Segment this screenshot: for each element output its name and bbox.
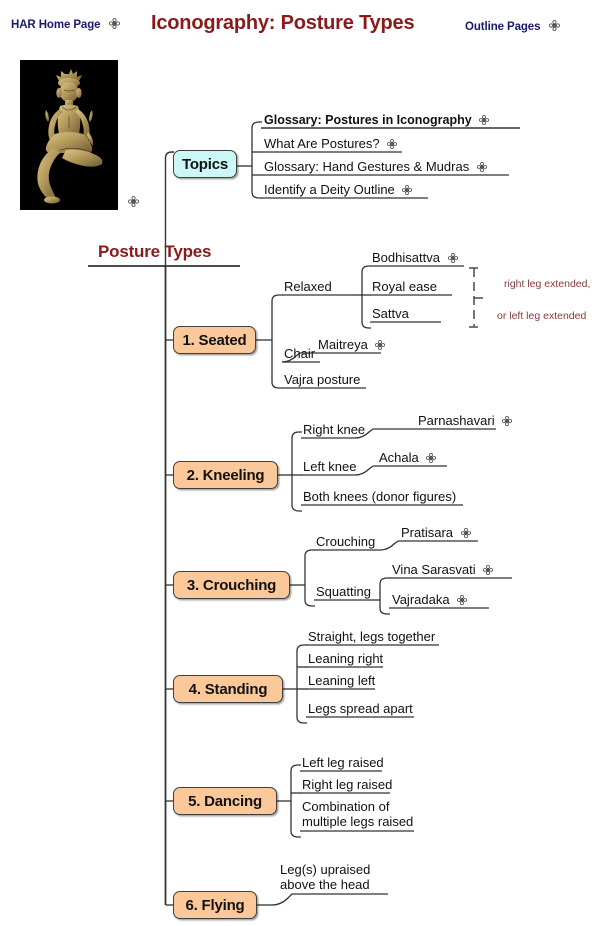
node-category-seated[interactable]: 1. Seated [173, 326, 256, 354]
leaf-royal-ease[interactable]: Royal ease [372, 280, 437, 294]
node-category-label: 3. Crouching [186, 576, 277, 594]
clover-link-icon[interactable] [548, 20, 560, 32]
topic-label: Glossary: Postures in Iconography [264, 113, 472, 127]
leaf-right-leg-raised[interactable]: Right leg raised [302, 778, 392, 792]
leaf-pratisara[interactable]: Pratisara [401, 526, 472, 540]
leaf-maitreya[interactable]: Maitreya [318, 338, 386, 352]
leaf-bodhisattva[interactable]: Bodhisattva [372, 251, 459, 265]
node-category-label: 4. Standing [188, 680, 268, 698]
branch-label-squatting[interactable]: Squatting [316, 585, 371, 599]
clover-link-icon[interactable] [447, 252, 459, 264]
clover-link-icon[interactable] [128, 194, 139, 207]
leaf-achala[interactable]: Achala [379, 451, 437, 465]
topic-label: Identify a Deity Outline [264, 182, 395, 197]
branch-label-left-knee[interactable]: Left knee [303, 460, 357, 474]
node-category-label: 2. Kneeling [186, 466, 265, 484]
mindmap-canvas: HAR Home Page Iconography: Posture Types… [0, 0, 609, 926]
page-title: Iconography: Posture Types [151, 12, 415, 34]
outline-pages-link[interactable]: Outline Pages [465, 20, 560, 33]
leaf-both-knees-donor-figures[interactable]: Both knees (donor figures) [303, 490, 456, 504]
node-category-dancing[interactable]: 5. Dancing [173, 787, 277, 815]
outline-pages-label: Outline Pages [465, 21, 541, 33]
har-home-page-label: HAR Home Page [11, 19, 101, 31]
topic-link-identify-deity-outline[interactable]: Identify a Deity Outline [264, 183, 413, 197]
clover-link-icon[interactable] [502, 415, 513, 427]
root-node-posture-types: Posture Types [98, 242, 212, 261]
clover-link-icon[interactable] [460, 527, 472, 539]
clover-link-icon[interactable] [457, 594, 468, 606]
node-category-crouching[interactable]: 3. Crouching [173, 571, 290, 599]
annotation-leg-extended-line1: right leg extended, [504, 278, 591, 290]
clover-link-icon[interactable] [387, 138, 398, 150]
topic-label: What Are Postures? [264, 136, 380, 151]
leaf-sattva[interactable]: Sattva [372, 307, 409, 321]
clover-link-icon[interactable] [476, 161, 488, 173]
topic-label: Glossary: Hand Gestures & Mudras [264, 159, 470, 174]
leaf-combination-multiple-legs-raised[interactable]: Combination of multiple legs raised [302, 799, 422, 829]
node-category-label: 1. Seated [182, 331, 247, 349]
deity-thumbnail-image[interactable] [20, 60, 118, 210]
leaf-left-leg-raised[interactable]: Left leg raised [302, 756, 384, 770]
leaf-straight-legs-together[interactable]: Straight, legs together [308, 630, 435, 644]
topic-link-glossary-postures[interactable]: Glossary: Postures in Iconography [264, 113, 490, 127]
leaf-vina-sarasvati[interactable]: Vina Sarasvati [392, 563, 494, 577]
clover-link-icon[interactable] [483, 564, 494, 576]
leaf-legs-spread-apart[interactable]: Legs spread apart [308, 702, 413, 716]
node-category-kneeling[interactable]: 2. Kneeling [173, 461, 278, 489]
node-category-label: 5. Dancing [188, 792, 262, 810]
leaf-vajra-posture[interactable]: Vajra posture [284, 373, 360, 387]
clover-link-icon[interactable] [402, 184, 413, 196]
branch-label-chair[interactable]: Chair [284, 347, 315, 361]
topic-link-hand-gestures-mudras[interactable]: Glossary: Hand Gestures & Mudras [264, 160, 488, 174]
node-category-label: 6. Flying [185, 896, 245, 914]
leaf-parnashavari[interactable]: Parnashavari [418, 414, 513, 428]
har-home-page-link[interactable]: HAR Home Page [11, 18, 120, 31]
leaf-vajradaka[interactable]: Vajradaka [392, 593, 468, 607]
clover-link-icon[interactable] [426, 452, 437, 464]
node-category-flying[interactable]: 6. Flying [173, 891, 257, 919]
branch-label-crouching[interactable]: Crouching [316, 535, 375, 549]
leaf-legs-upraised-above-head[interactable]: Leg(s) upraised above the head [280, 862, 392, 892]
node-category-standing[interactable]: 4. Standing [173, 675, 283, 703]
branch-label-right-knee[interactable]: Right knee [303, 423, 365, 437]
clover-link-icon[interactable] [375, 339, 386, 351]
leaf-leaning-left[interactable]: Leaning left [308, 674, 375, 688]
topic-link-what-are-postures[interactable]: What Are Postures? [264, 137, 398, 151]
annotation-leg-extended-line2: or left leg extended [497, 310, 587, 322]
leaf-leaning-right[interactable]: Leaning right [308, 652, 383, 666]
clover-link-icon[interactable] [108, 18, 120, 30]
node-topics-label: Topics [181, 155, 229, 173]
branch-label-relaxed[interactable]: Relaxed [284, 280, 332, 294]
clover-link-icon[interactable] [479, 114, 490, 126]
node-topics[interactable]: Topics [173, 150, 237, 178]
